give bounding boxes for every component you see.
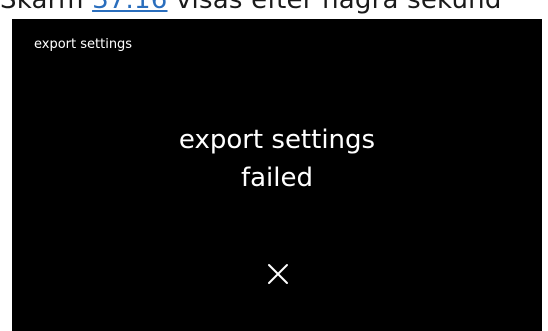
error-message-line2: failed	[240, 163, 314, 193]
close-button[interactable]	[267, 263, 289, 285]
document-caption: Skärm 37.16 visas efter några sekund	[0, 0, 548, 15]
error-message: export settings failed	[12, 121, 542, 197]
caption-text-after: visas efter några sekund	[167, 0, 502, 15]
screen-title: export settings	[34, 37, 133, 52]
device-screen: export settings export settings failed	[12, 19, 542, 331]
caption-text-before: Skärm	[0, 0, 93, 15]
close-icon	[268, 264, 288, 284]
caption-link[interactable]: 37.16	[92, 0, 167, 15]
error-message-line1: export settings	[178, 125, 376, 155]
page: Skärm 37.16 visas efter några sekund exp…	[0, 0, 548, 331]
